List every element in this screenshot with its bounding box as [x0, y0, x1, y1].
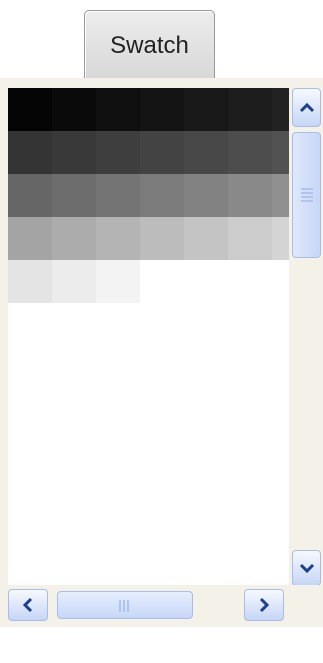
color-swatch[interactable]: [8, 174, 52, 217]
scroll-left-button[interactable]: [8, 589, 48, 621]
horizontal-scroll-thumb[interactable]: [57, 591, 193, 619]
horizontal-scrollbar[interactable]: [8, 585, 289, 627]
color-swatch[interactable]: [228, 88, 272, 131]
scroll-up-button[interactable]: [292, 88, 321, 127]
color-swatch[interactable]: [140, 217, 184, 260]
color-swatch[interactable]: [52, 131, 96, 174]
color-swatch[interactable]: [8, 260, 52, 303]
color-swatch[interactable]: [228, 174, 272, 217]
color-swatch[interactable]: [96, 260, 140, 303]
color-swatch[interactable]: [184, 217, 228, 260]
color-swatch[interactable]: [184, 88, 228, 131]
vertical-thumb-grip: [301, 188, 313, 202]
color-swatch[interactable]: [140, 88, 184, 131]
color-swatch[interactable]: [8, 217, 52, 260]
chevron-up-icon: [299, 102, 314, 112]
color-swatch[interactable]: [96, 217, 140, 260]
color-swatch[interactable]: [272, 217, 289, 260]
color-swatch[interactable]: [184, 131, 228, 174]
scroll-down-button[interactable]: [292, 550, 321, 586]
color-swatch[interactable]: [184, 174, 228, 217]
horizontal-thumb-grip: [119, 600, 131, 612]
color-swatch[interactable]: [272, 174, 289, 217]
color-swatch[interactable]: [228, 217, 272, 260]
color-swatch[interactable]: [140, 174, 184, 217]
swatch-grid: [8, 88, 289, 663]
color-swatch[interactable]: [272, 88, 289, 131]
color-swatch[interactable]: [272, 131, 289, 174]
swatch-panel: [0, 78, 323, 663]
vertical-scrollbar[interactable]: [289, 88, 323, 586]
color-swatch[interactable]: [52, 174, 96, 217]
chevron-down-icon: [299, 563, 314, 573]
chevron-left-icon: [23, 597, 33, 613]
tab-swatch-label: Swatch: [110, 32, 189, 59]
color-swatch[interactable]: [96, 88, 140, 131]
chevron-right-icon: [259, 597, 269, 613]
tab-swatch[interactable]: Swatch: [84, 10, 215, 83]
color-swatch[interactable]: [8, 88, 52, 131]
color-swatch[interactable]: [52, 217, 96, 260]
color-swatch[interactable]: [52, 88, 96, 131]
color-swatch[interactable]: [140, 131, 184, 174]
color-swatch[interactable]: [8, 131, 52, 174]
color-swatch[interactable]: [96, 174, 140, 217]
color-swatch[interactable]: [96, 131, 140, 174]
vertical-scroll-thumb[interactable]: [292, 132, 321, 258]
scroll-right-button[interactable]: [244, 589, 284, 621]
scrollbar-corner: [289, 585, 323, 627]
color-swatch[interactable]: [52, 260, 96, 303]
color-swatch[interactable]: [228, 131, 272, 174]
